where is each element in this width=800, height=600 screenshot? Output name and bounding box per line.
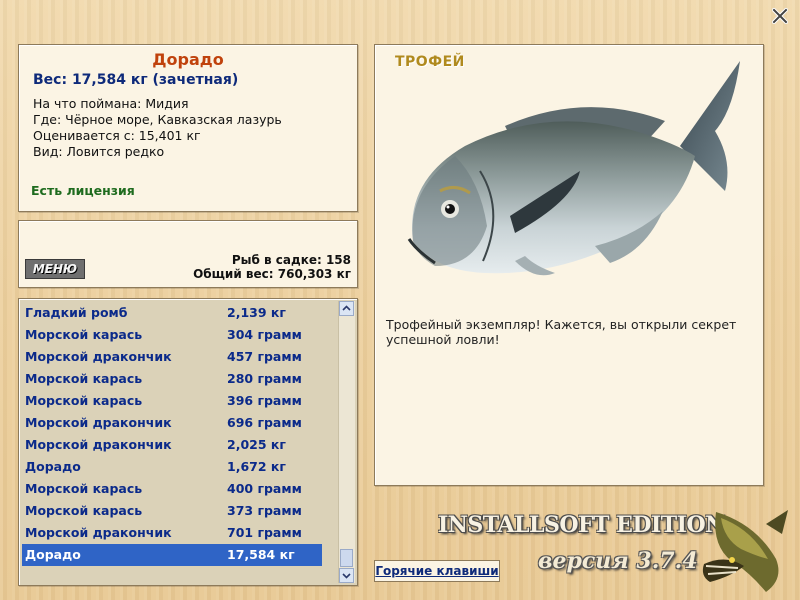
fish-weight: Вес: 17,584 кг (зачетная) (33, 72, 239, 88)
trophy-title: ТРОФЕЙ (395, 54, 465, 70)
list-item[interactable]: Морской карась 396 грамм (22, 390, 322, 412)
list-item[interactable]: Дорадо 1,672 кг (22, 456, 322, 478)
hotkeys-button[interactable]: Горячие клавиши (374, 560, 500, 582)
version-label: версия 3.7.4 (538, 548, 698, 574)
scroll-down-button[interactable] (339, 568, 354, 583)
close-icon (771, 7, 789, 25)
pike-logo (702, 510, 788, 592)
trophy-panel: ТРОФЕЙ Трофейный экземпляр! Кажется, вы … (374, 44, 764, 486)
license-status: Есть лицензия (31, 183, 135, 198)
catch-fish-name: Морской дракончик (25, 415, 172, 430)
scroll-up-button[interactable] (339, 301, 354, 316)
list-item[interactable]: Морской дракончик 701 грамм (22, 522, 322, 544)
chevron-down-icon (342, 573, 351, 579)
catch-fish-name: Морской дракончик (25, 437, 172, 452)
fish-count: Рыб в садке: 158 (231, 253, 351, 267)
list-item[interactable]: Гладкий ромб 2,139 кг (22, 302, 322, 324)
catch-fish-weight: 400 грамм (227, 481, 302, 496)
list-item[interactable]: Морской дракончик 457 грамм (22, 346, 322, 368)
catch-rows: Гладкий ромб 2,139 кг Морской карась 304 гр… (22, 302, 322, 566)
catch-fish-name: Морской карась (25, 481, 143, 496)
catch-fish-name: Гладкий ромб (25, 305, 128, 320)
catch-fish-name: Морской карась (25, 393, 143, 408)
valuation-info: Оценивается с: 15,401 кг (33, 128, 201, 143)
list-item[interactable]: Морской дракончик 2,025 кг (22, 434, 322, 456)
catch-fish-weight: 2,025 кг (227, 437, 286, 452)
catch-list[interactable]: Гладкий ромб 2,139 кг Морской карась 304 гр… (18, 298, 358, 586)
rarity-info: Вид: Ловится редко (33, 144, 165, 159)
catch-fish-weight: 701 грамм (227, 525, 302, 540)
catch-fish-name: Морской дракончик (25, 525, 172, 540)
list-item[interactable]: Морской карась 400 грамм (22, 478, 322, 500)
catch-fish-weight: 457 грамм (227, 349, 302, 364)
bait-info: На что поймана: Мидия (33, 96, 189, 111)
catch-fish-name: Морской дракончик (25, 349, 172, 364)
catch-fish-weight: 2,139 кг (227, 305, 286, 320)
total-weight: Общий вес: 760,303 кг (193, 267, 351, 281)
catch-fish-name: Дорадо (25, 547, 81, 562)
list-item[interactable]: Морской карась 280 грамм (22, 368, 322, 390)
catch-fish-name: Морской карась (25, 371, 143, 386)
list-scrollbar[interactable] (338, 301, 355, 583)
list-item[interactable]: Морской карась 304 грамм (22, 324, 322, 346)
catch-fish-weight: 1,672 кг (227, 459, 286, 474)
catch-fish-name: Морской карась (25, 503, 143, 518)
catch-fish-weight: 304 грамм (227, 327, 302, 342)
catch-fish-weight: 17,584 кг (227, 547, 295, 562)
brand-title: INSTALLSOFT EDITION (438, 512, 725, 538)
list-item[interactable]: Морской карась 373 грамм (22, 500, 322, 522)
list-item[interactable]: Морской дракончик 696 грамм (22, 412, 322, 434)
fish-info-panel: Дорадо Вес: 17,584 кг (зачетная) На что … (18, 44, 358, 212)
fish-name: Дорадо (152, 50, 224, 69)
close-button[interactable] (771, 7, 789, 25)
scroll-thumb[interactable] (340, 549, 353, 567)
list-item[interactable]: Дорадо 17,584 кг (22, 544, 322, 566)
catch-fish-weight: 280 грамм (227, 371, 302, 386)
location-info: Где: Чёрное море, Кавказская лазурь (33, 112, 282, 127)
menu-button[interactable]: МЕНЮ (25, 259, 85, 279)
chevron-up-icon (342, 305, 351, 311)
catch-fish-name: Морской карась (25, 327, 143, 342)
catch-stats-panel: МЕНЮ Рыб в садке: 158 Общий вес: 760,303… (18, 220, 358, 288)
trophy-description: Трофейный экземпляр! Кажется, вы открыли… (386, 317, 737, 347)
catch-fish-weight: 696 грамм (227, 415, 302, 430)
dorado-fish-image (407, 61, 740, 276)
catch-fish-weight: 373 грамм (227, 503, 302, 518)
catch-fish-weight: 396 грамм (227, 393, 302, 408)
catch-fish-name: Дорадо (25, 459, 81, 474)
